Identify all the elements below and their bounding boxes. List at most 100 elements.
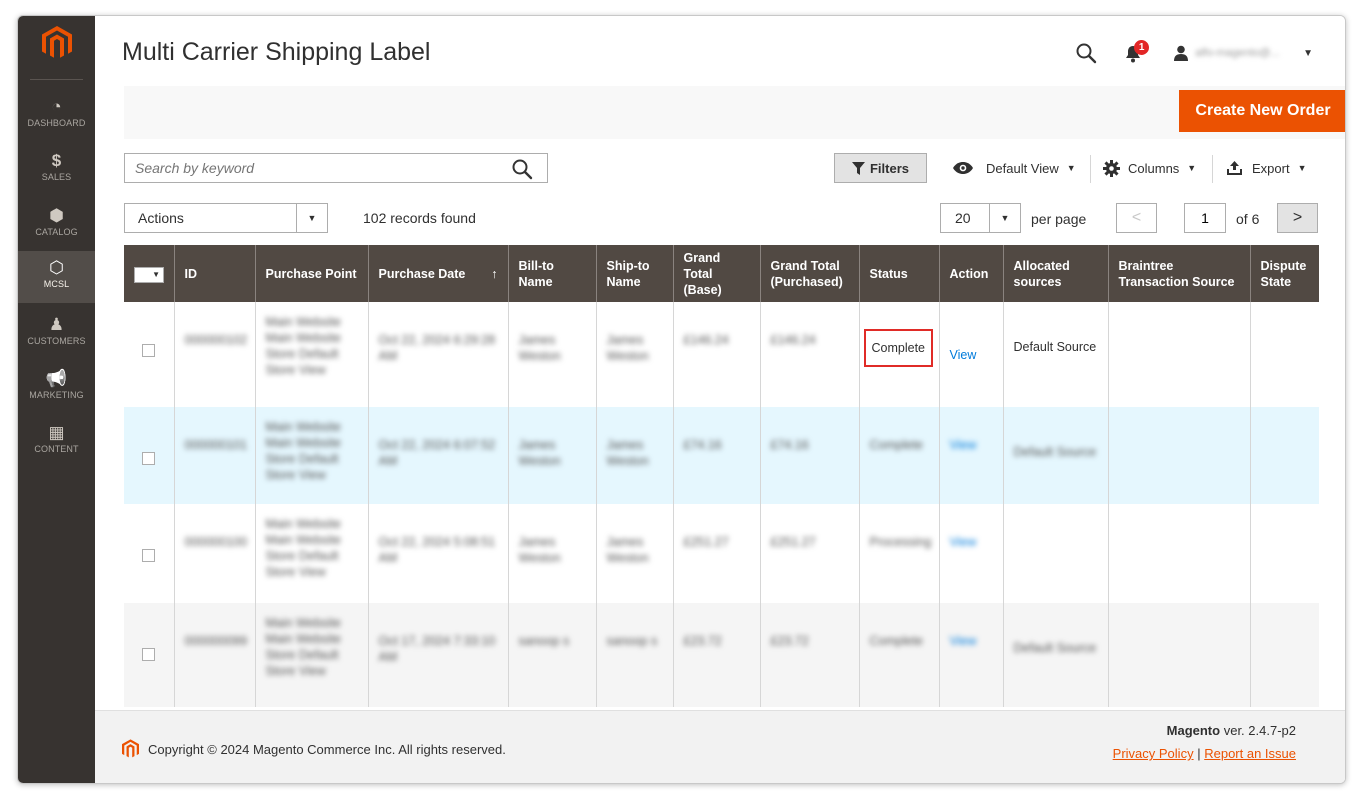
purchase-date: Oct 22, 2024 5:08:51 AM [378, 535, 496, 565]
admin-sidebar: ◔ DASHBOARD $ SALES ⬢ CATALOG ⬡ MCSL ♟ C… [18, 16, 95, 783]
column-header-id[interactable]: ID [173, 245, 255, 302]
grand-total-purchased: £146.24 [770, 333, 816, 347]
user-icon [1174, 45, 1189, 61]
per-page-value: 20 [955, 210, 971, 226]
purchase-date: Oct 22, 2024 6:29:28 AM [378, 333, 496, 363]
view-link[interactable]: View [950, 633, 993, 649]
view-switcher[interactable]: Default View ▼ [952, 153, 1076, 183]
purchase-point: Main Website Main Website Store Default … [265, 420, 342, 482]
column-header-braintree-source[interactable]: Braintree Transaction Source [1107, 245, 1250, 302]
ship-to-name: James Weston [606, 333, 649, 363]
export-control[interactable]: Export ▼ [1226, 153, 1307, 183]
nav-marketing[interactable]: 📢 MARKETING [18, 362, 95, 414]
report-issue-link[interactable]: Report an Issue [1204, 746, 1296, 761]
table-row[interactable]: 000000099 Main Website Main Website Stor… [124, 603, 1319, 707]
row-checkbox-cell [124, 603, 174, 707]
column-header-grand-total-purchased[interactable]: Grand Total (Purchased) [759, 245, 859, 302]
footer-link-separator: | [1197, 746, 1201, 761]
bill-to-cell: James Weston [507, 407, 596, 504]
ship-to-cell: James Weston [595, 302, 673, 407]
nav-label: CUSTOMERS [27, 336, 86, 346]
page-footer: Copyright © 2024 Magento Commerce Inc. A… [95, 710, 1345, 783]
purchase-point-cell: Main Website Main Website Store Default … [254, 504, 368, 603]
action-cell: View [938, 302, 1003, 407]
chevron-right-icon: > [1292, 209, 1303, 226]
create-new-order-button[interactable]: Create New Order [1179, 90, 1345, 132]
chevron-down-icon: ▼ [152, 269, 160, 279]
columns-control[interactable]: Columns ▼ [1103, 153, 1196, 183]
bill-to-name: sanoop s [518, 634, 570, 648]
view-link[interactable]: View [950, 534, 993, 550]
total-purchased-cell: £251.27 [759, 504, 859, 603]
next-page-button[interactable]: > [1277, 203, 1318, 233]
purchase-point-cell: Main Website Main Website Store Default … [254, 603, 368, 707]
notifications-button[interactable]: 1 [1125, 40, 1150, 64]
nav-label: SALES [41, 172, 72, 182]
purchase-date-cell: Oct 22, 2024 5:08:51 AM [367, 504, 508, 603]
account-menu[interactable]: alfo-magento@... ▼ [1173, 45, 1313, 61]
column-header-allocated-sources[interactable]: Allocated sources [1002, 245, 1108, 302]
version-info: Magento ver. 2.4.7-p2 [1113, 723, 1296, 738]
nav-label: CONTENT [34, 444, 79, 454]
toolbar-divider [1090, 155, 1091, 183]
column-header-dispute-state[interactable]: Dispute State [1249, 245, 1319, 302]
funnel-icon [851, 161, 865, 175]
filters-button[interactable]: Filters [834, 153, 927, 183]
table-row[interactable]: 000000101 Main Website Main Website Stor… [124, 407, 1319, 504]
table-row[interactable]: 000000100 Main Website Main Website Stor… [124, 504, 1319, 603]
row-checkbox[interactable] [142, 648, 156, 661]
chevron-left-icon: < [1131, 209, 1142, 226]
privacy-policy-link[interactable]: Privacy Policy [1113, 746, 1194, 761]
id-cell: 000000102 [173, 302, 255, 407]
footer-meta: Magento ver. 2.4.7-p2 Privacy Policy | R… [1113, 723, 1296, 761]
view-link[interactable]: View [950, 437, 993, 453]
dashboard-icon: ◔ [51, 97, 62, 116]
status-cell: Complete [858, 603, 939, 707]
bill-to-cell: James Weston [507, 302, 596, 407]
row-checkbox-cell [124, 407, 174, 504]
previous-page-button[interactable]: < [1116, 203, 1157, 233]
row-checkbox[interactable] [142, 452, 156, 465]
status-cell: Complete [858, 407, 939, 504]
ship-to-cell: James Weston [595, 504, 673, 603]
total-purchased-cell: £146.24 [759, 302, 859, 407]
dollar-icon: $ [51, 151, 62, 170]
mass-select-checkbox[interactable]: ▼ [134, 266, 164, 283]
column-header-purchase-point[interactable]: Purchase Point [254, 245, 368, 302]
table-row[interactable]: 000000102 Main Website Main Website Stor… [124, 302, 1319, 407]
column-header-purchase-date[interactable]: Purchase Date ↑ [367, 245, 508, 302]
per-page-select[interactable]: 20 ▼ [940, 203, 1021, 233]
search-input[interactable] [125, 154, 525, 182]
nav-catalog[interactable]: ⬢ CATALOG [18, 199, 95, 251]
magento-footer-logo-icon [122, 739, 139, 758]
nav-dashboard[interactable]: ◔ DASHBOARD [18, 90, 95, 142]
column-header-ship-to-name[interactable]: Ship-to Name [595, 245, 673, 302]
nav-content[interactable]: ▦ CONTENT [18, 416, 95, 468]
filters-label: Filters [869, 160, 909, 176]
magento-logo[interactable] [18, 26, 95, 70]
nav-sales[interactable]: $ SALES [18, 144, 95, 196]
row-checkbox[interactable] [142, 549, 156, 562]
view-link[interactable]: View [950, 347, 993, 363]
order-id: 000000099 [184, 634, 248, 648]
global-search-icon[interactable] [1075, 42, 1097, 64]
column-header-grand-total-base[interactable]: Grand Total (Base) [672, 245, 760, 302]
purchase-point: Main Website Main Website Store Default … [265, 315, 342, 377]
nav-customers[interactable]: ♟ CUSTOMERS [18, 308, 95, 360]
search-icon[interactable] [511, 158, 533, 180]
row-checkbox[interactable] [142, 344, 156, 357]
mass-actions-select[interactable]: Actions ▼ [124, 203, 328, 233]
grid-header-row: ▼ ID Purchase Point Purchase Date ↑ Bill… [124, 245, 1319, 302]
export-label: Export [1252, 160, 1290, 176]
status-text: Complete [871, 341, 926, 355]
column-header-bill-to-name[interactable]: Bill-to Name [507, 245, 596, 302]
allocated-sources-cell: Default Source [1002, 407, 1108, 504]
bill-to-name: James Weston [518, 333, 561, 363]
purchase-date: Oct 22, 2024 6:07:52 AM [378, 438, 496, 468]
per-page-label: per page [1031, 211, 1087, 227]
column-header-status[interactable]: Status [858, 245, 939, 302]
nav-mcsl[interactable]: ⬡ MCSL [18, 251, 95, 303]
grand-total-purchased: £251.27 [770, 535, 816, 549]
current-page-input[interactable] [1184, 203, 1226, 233]
order-id: 000000102 [184, 333, 248, 347]
